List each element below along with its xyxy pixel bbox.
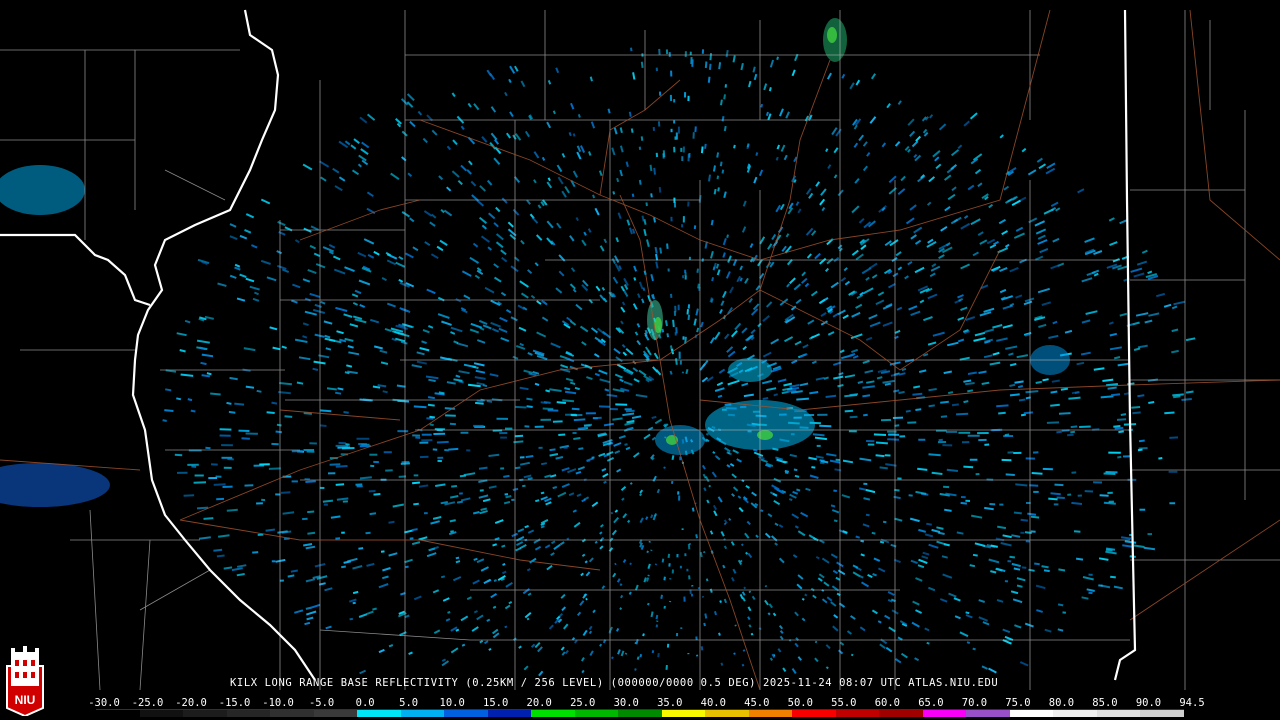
state-borders	[0, 9, 1137, 681]
scale-label: 90.0	[1135, 697, 1162, 709]
color-scale-labels: -30.0 -25.0 -20.0 -15.0 -10.0 -5.0 0.0 5.0 10.0 1…	[88, 697, 1204, 709]
scale-label: 40.0	[700, 697, 726, 709]
scale-label: 60.0	[874, 697, 901, 709]
scale-label: 25.0	[570, 697, 596, 709]
scale-swatch	[748, 710, 793, 717]
scale-swatch	[487, 710, 532, 717]
scale-label: 94.5	[1179, 697, 1205, 709]
scale-label: -15.0	[218, 697, 251, 709]
scale-swatch	[835, 710, 880, 717]
scale-swatch	[400, 710, 445, 717]
scale-swatch	[531, 710, 575, 717]
scale-label: -10.0	[262, 697, 294, 709]
scale-label: 75.0	[1005, 697, 1031, 709]
scale-label: 0.0	[355, 697, 375, 709]
scale-swatch	[139, 710, 184, 717]
scale-label: -25.0	[131, 697, 164, 709]
scale-swatch	[792, 710, 836, 717]
scale-swatch	[879, 710, 923, 717]
scale-label: 15.0	[483, 697, 509, 709]
scale-swatch	[661, 710, 706, 717]
scale-swatch	[618, 710, 662, 717]
logo-text: NIU	[15, 693, 36, 707]
scale-label: 65.0	[918, 697, 944, 709]
scale-label: 85.0	[1092, 697, 1118, 709]
scale-swatch	[922, 710, 967, 717]
scale-swatch	[96, 710, 140, 717]
scale-label: 80.0	[1048, 697, 1075, 709]
scale-label: -30.0	[88, 697, 120, 709]
scale-swatch	[270, 710, 314, 717]
scale-swatch	[574, 710, 619, 717]
scale-label: 55.0	[831, 697, 857, 709]
scale-swatch	[1096, 710, 1141, 717]
county-borders	[0, 10, 1280, 691]
radar-map	[0, 9, 1280, 691]
scale-swatch	[966, 710, 1010, 717]
scale-label: -5.0	[308, 697, 335, 709]
scale-label: 45.0	[744, 697, 770, 709]
scale-label: 35.0	[657, 697, 683, 709]
scale-label: 20.0	[526, 697, 552, 709]
color-scale-bar	[96, 709, 1184, 717]
niu-logo-icon: NIU	[6, 646, 44, 716]
scale-label: 30.0	[613, 697, 639, 709]
scale-swatch	[226, 710, 271, 717]
scale-swatch	[1053, 710, 1097, 717]
scale-label: 5.0	[399, 697, 419, 709]
product-caption: KILX LONG RANGE BASE REFLECTIVITY (0.25K…	[230, 677, 999, 689]
scale-swatch	[357, 710, 401, 717]
scale-swatch	[1009, 710, 1054, 717]
highways	[0, 9, 1280, 691]
scale-swatch	[444, 710, 488, 717]
scale-label: 50.0	[787, 697, 813, 709]
scale-swatch	[183, 710, 227, 717]
scale-label: 70.0	[961, 697, 988, 709]
scale-label: -20.0	[175, 697, 207, 709]
radar-echoes	[0, 18, 1196, 677]
scale-label: 10.0	[439, 697, 465, 709]
scale-swatch	[1140, 710, 1184, 717]
scale-swatch	[705, 710, 749, 717]
scale-swatch	[313, 710, 358, 717]
